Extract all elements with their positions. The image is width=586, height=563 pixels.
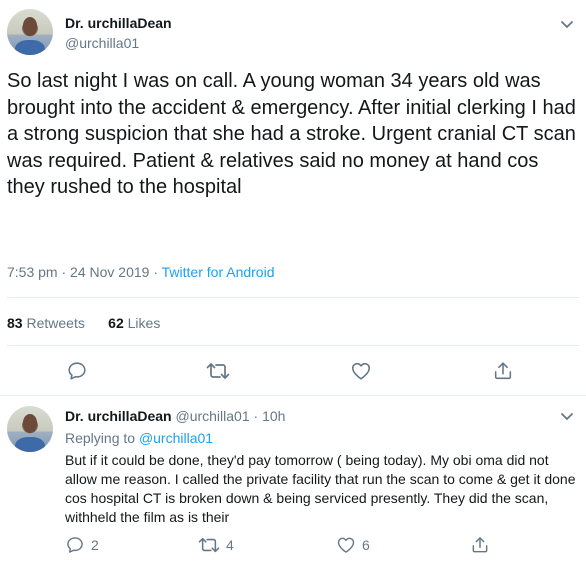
header-separator: · (249, 408, 263, 424)
tweet-text: So last night I was on call. A young wom… (7, 70, 576, 198)
retweet-icon (206, 363, 230, 379)
divider (7, 345, 579, 346)
reply-share-button[interactable] (470, 535, 490, 555)
chevron-down-icon[interactable] (560, 20, 574, 30)
meta-separator: · (153, 264, 162, 280)
divider (0, 395, 586, 396)
share-button[interactable] (492, 360, 514, 382)
reply-button[interactable] (66, 360, 88, 382)
divider (7, 297, 579, 298)
reply-count: 2 (91, 537, 99, 553)
author-avatar[interactable] (7, 9, 53, 55)
tweet-timestamp: 7:53 pm · 24 Nov 2019 · Twitter for Andr… (7, 264, 274, 280)
reply-text: But if it could be done, they'd pay tomo… (65, 452, 576, 525)
heart-icon (337, 537, 355, 553)
author-handle[interactable]: @urchilla01 (65, 35, 139, 51)
reply-author-avatar[interactable] (7, 406, 53, 452)
retweets-label: Retweets (26, 315, 85, 331)
likes-count: 62 (108, 315, 124, 331)
replying-to: Replying to @urchilla01 (65, 430, 213, 446)
reply-icon (67, 537, 83, 553)
chevron-down-icon[interactable] (560, 412, 574, 422)
replying-to-label: Replying to (65, 430, 136, 446)
retweets-count: 83 (7, 315, 23, 331)
reply-reply-button[interactable]: 2 (65, 535, 99, 555)
heart-icon (351, 362, 371, 380)
reply-author-handle[interactable]: @urchilla01 (175, 408, 249, 424)
retweet-icon (198, 537, 220, 553)
tweet-stats: 83 Retweets 62 Likes (7, 315, 160, 331)
like-button[interactable] (350, 360, 372, 382)
reply-header: Dr. urchillaDean @urchilla01 · 10h (65, 408, 285, 424)
tweet-date[interactable]: 24 Nov 2019 (70, 264, 149, 280)
reply-time[interactable]: 10h (262, 408, 285, 424)
reply-retweet-button[interactable]: 4 (198, 535, 234, 555)
reply-icon (68, 362, 86, 380)
like-count: 6 (362, 537, 370, 553)
likes-label: Likes (127, 315, 161, 331)
reply-like-button[interactable]: 6 (336, 535, 370, 555)
share-icon (472, 537, 488, 553)
tweet-time[interactable]: 7:53 pm (7, 264, 58, 280)
share-icon (494, 362, 512, 380)
author-display-name[interactable]: Dr. urchillaDean (65, 15, 172, 31)
reply-author-display-name[interactable]: Dr. urchillaDean (65, 408, 172, 424)
retweet-button[interactable] (206, 360, 230, 382)
retweets-stat[interactable]: 83 Retweets (7, 315, 85, 331)
tweet-client-link[interactable]: Twitter for Android (162, 264, 275, 280)
likes-stat[interactable]: 62 Likes (108, 315, 160, 331)
retweet-count: 4 (226, 537, 234, 553)
meta-separator: · (61, 264, 71, 280)
replying-to-handle[interactable]: @urchilla01 (139, 430, 213, 446)
